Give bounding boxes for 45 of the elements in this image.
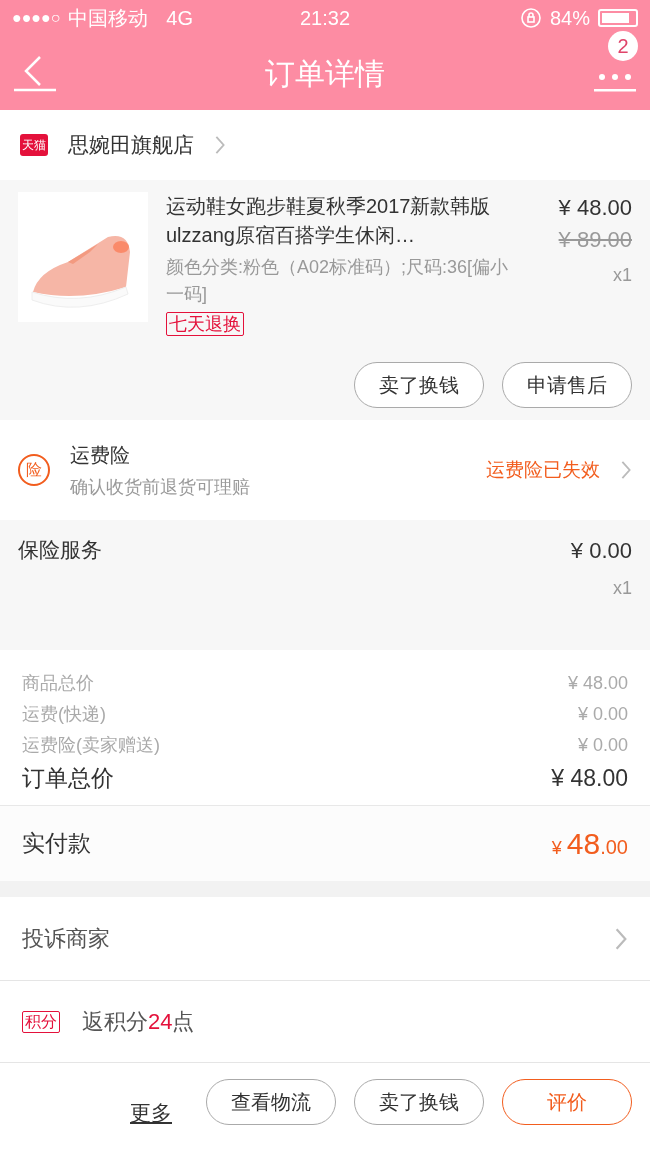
chevron-right-icon [214,135,226,155]
rotation-lock-icon [519,7,542,29]
action-button[interactable]: 卖了换钱 [354,362,484,408]
paid-label: 实付款 [22,829,91,859]
product-variant: 颜色分类:粉色（A02标准码）;尺码:36[偏小一码] [166,256,510,306]
service-quantity: x1 [613,577,632,600]
insurance-description: 确认收货前退货可理赔 [70,475,251,499]
summary-label: 订单总价 [22,764,114,793]
insurance-icon: 险 [18,454,50,486]
action-button[interactable]: 查看物流 [206,1079,336,1125]
battery-percent: 84% [549,6,590,31]
summary-label: 商品总价 [22,672,94,695]
product-quantity: x1 [613,264,632,287]
more-link[interactable]: 更多 [130,1096,172,1129]
summary-value: ¥ 48.00 [567,672,628,695]
service-price: ¥ 0.00 [570,537,632,565]
summary-label: 运费险(卖家赠送) [22,734,160,757]
summary-value: ¥ 48.00 [551,764,628,793]
page-title: 订单详情 [264,55,386,92]
carrier-name: 中国移动 [68,6,149,31]
product-title[interactable]: 运动鞋女跑步鞋夏秋季2017新款韩版ulzzang原宿百搭学生休闲… [166,192,524,250]
summary-value: ¥ 0.00 [577,734,628,757]
summary-label: 运费(快递) [22,703,106,726]
service-title: 保险服务 [18,537,103,563]
store-name[interactable]: 思婉田旗舰店 [68,129,194,161]
paid-amount: ¥ 48.00 [551,826,628,862]
complaint-link[interactable]: 投诉商家 [22,922,110,955]
action-button[interactable]: 卖了换钱 [354,1079,484,1125]
points-text: 返积分24点 [82,1008,195,1036]
signal-strength: ●●●●○ [12,8,61,28]
chevron-right-icon [614,926,628,951]
original-price: ¥ 89.00 [558,226,632,254]
battery-icon [598,9,638,27]
network-type: 4G [166,6,193,31]
summary-value: ¥ 0.00 [577,703,628,726]
points-badge: 积分 [22,1010,60,1033]
action-button[interactable]: 申请售后 [502,362,632,408]
tmall-badge: 天猫 [20,134,48,156]
clock-time: 21:32 [298,6,352,31]
product-price: ¥ 48.00 [558,194,632,222]
insurance-title: 运费险 [70,442,131,468]
notification-badge: 2 [608,31,638,61]
back-button[interactable] [14,53,56,93]
chevron-right-icon [620,460,632,480]
return-policy-tag: 七天退换 [166,312,244,336]
